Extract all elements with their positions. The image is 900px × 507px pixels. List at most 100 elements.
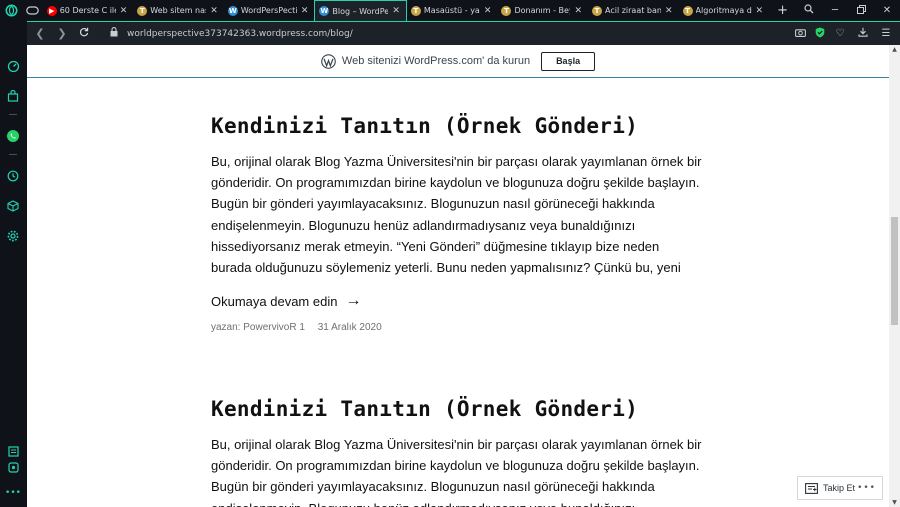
browser-tab[interactable]: W WordPersPecti ✕ — [224, 0, 315, 21]
download-icon[interactable] — [850, 27, 876, 40]
notes-icon[interactable] — [5, 443, 21, 459]
excerpt-line: gönderidir. On programımızdan birine kay… — [211, 175, 700, 191]
box-icon[interactable] — [5, 198, 21, 214]
scroll-down-arrow-icon[interactable]: ▼ — [891, 499, 898, 506]
more-dots-icon[interactable]: ••• — [857, 483, 876, 493]
excerpt-line: Bu, orijinal olarak Blog Yazma Üniversit… — [211, 437, 702, 452]
post-meta: yazan: PowervivoR 1 31 Aralık 2020 — [211, 322, 731, 333]
snapshot-camera-icon[interactable] — [790, 28, 810, 40]
browser-tab[interactable]: T Algoritmaya d ✕ — [679, 0, 770, 21]
url-field[interactable]: worldperspective373742363.wordpress.com/… — [127, 29, 353, 39]
read-more-label: Okumaya devam edin — [211, 293, 338, 309]
youtube-icon: ▶ — [46, 5, 57, 16]
tab-title: Masaüstü - yar — [423, 6, 480, 15]
search-icon[interactable] — [796, 4, 822, 17]
post-title[interactable]: Kendinizi Tanıtın (Örnek Gönderi) — [211, 397, 731, 421]
excerpt-line: Bugün bir gönderi yayımlayacaksınız. Blo… — [211, 479, 655, 495]
sidebar-separator — [9, 114, 17, 115]
turkish-site-icon: T — [137, 5, 148, 16]
tab-title: Algoritmaya d — [695, 6, 752, 15]
tab-title: Acil ziraat ban — [605, 6, 661, 15]
turkish-site-icon: T — [592, 5, 602, 16]
wordpress-icon: W — [319, 6, 330, 16]
tab-close-icon[interactable]: ✕ — [120, 6, 128, 16]
tab-close-icon[interactable]: ✕ — [756, 6, 764, 16]
post-title[interactable]: Kendinizi Tanıtın (Örnek Gönderi) — [211, 114, 731, 138]
gamepad-icon[interactable] — [22, 0, 43, 21]
tab-close-icon[interactable]: ✕ — [484, 6, 492, 16]
excerpt-line: hissediyorsanız merak etmeyin. “Yeni Gön… — [211, 238, 660, 254]
tab-close-icon[interactable]: ✕ — [392, 6, 400, 16]
browser-tab[interactable]: T Masaüstü - yar ✕ — [407, 0, 498, 21]
whatsapp-icon[interactable] — [5, 128, 21, 144]
scrollbar-thumb[interactable] — [891, 217, 898, 325]
excerpt-line: gönderidir. On programımızdan birine kay… — [211, 458, 700, 474]
settings-gear-icon[interactable] — [5, 228, 21, 244]
sidebar-separator — [9, 154, 17, 155]
post-date-link[interactable]: 31 Aralık 2020 — [318, 322, 382, 333]
turkish-site-icon: T — [501, 5, 512, 16]
browser-sidebar: ••• — [0, 21, 27, 507]
tab-close-icon[interactable]: ✕ — [301, 6, 309, 16]
address-bar-icons: ♡ ☰ — [790, 27, 900, 41]
lock-icon[interactable] — [105, 27, 123, 40]
excerpt-line: endişelenmeyin. Blogunuzu henüz adlandır… — [211, 498, 731, 507]
speed-dial-icon[interactable] — [5, 58, 21, 74]
reload-button[interactable] — [73, 27, 95, 40]
web-page: Web sitenizi WordPress.com' da kurun Baş… — [27, 45, 889, 507]
tab-title: 60 Derste C ile — [59, 6, 116, 15]
excerpt-line: burada olduğunuzu söylemeniz yeterli. Bu… — [211, 260, 681, 276]
blog-post: Kendinizi Tanıtın (Örnek Gönderi) Bu, or… — [211, 397, 731, 507]
easy-setup-menu-icon[interactable]: ☰ — [876, 28, 896, 39]
tab-close-icon[interactable]: ✕ — [574, 6, 582, 16]
bookmark-heart-icon[interactable]: ♡ — [830, 28, 850, 39]
more-options-icon[interactable]: ••• — [5, 485, 21, 501]
browser-tab[interactable]: ▶ 60 Derste C ile ✕ — [43, 0, 134, 21]
wordpress-logo-icon — [321, 53, 336, 69]
reload-icon — [79, 27, 89, 37]
page-scrollbar[interactable]: ▲ ▼ — [889, 45, 900, 507]
opera-logo-icon — [5, 4, 18, 17]
post-author-link[interactable]: yazan: PowervivoR 1 — [211, 322, 305, 333]
follow-widget[interactable]: Takip Et ••• — [797, 476, 883, 500]
arrow-right-icon: → — [345, 292, 362, 310]
post-excerpt: Bu, orijinal olarak Blog Yazma Üniversit… — [211, 151, 731, 278]
read-more-link[interactable]: Okumaya devam edin → — [211, 292, 731, 310]
excerpt-line: endişelenmeyin. Blogunuzu henüz adlandır… — [211, 217, 636, 233]
wordpress-icon: W — [227, 5, 238, 16]
back-button[interactable]: ❮ — [29, 27, 51, 40]
start-button[interactable]: Başla — [541, 51, 596, 71]
adblock-shield-icon[interactable] — [810, 27, 830, 41]
opera-gx-logo[interactable] — [0, 0, 22, 21]
tab-title: Web sitem nası — [150, 6, 207, 15]
tab-title: Blog – WordPe — [332, 6, 389, 16]
address-bar: ❮ ❯ worldperspective373742363.wordpress.… — [27, 21, 900, 45]
new-tab-button[interactable]: + — [769, 0, 796, 21]
excerpt-line: Bu, orijinal olarak Blog Yazma Üniversit… — [211, 154, 702, 169]
excerpt-line: Bugün bir gönderi yayımlayacaksınız. Blo… — [211, 196, 655, 212]
minimize-icon[interactable]: ─ — [822, 5, 848, 16]
player-icon[interactable] — [5, 459, 21, 475]
forward-button[interactable]: ❯ — [51, 27, 73, 40]
restore-icon[interactable] — [848, 4, 874, 17]
turkish-site-icon: T — [410, 5, 421, 16]
close-icon[interactable]: ✕ — [874, 5, 900, 16]
browser-tab[interactable]: W Blog – WordPe ✕ — [314, 0, 407, 21]
browser-tab[interactable]: T Acil ziraat ban ✕ — [588, 0, 679, 21]
scroll-up-arrow-icon[interactable]: ▲ — [891, 46, 898, 53]
tab-strip: ▶ 60 Derste C ile ✕ T Web sitem nası ✕ W WordPe… — [0, 0, 900, 21]
shopping-bag-icon[interactable] — [5, 88, 21, 104]
blog-post: Kendinizi Tanıtın (Örnek Gönderi) Bu, or… — [211, 114, 731, 333]
history-clock-icon[interactable] — [5, 168, 21, 184]
tab-title: Donanım - Bey — [514, 6, 571, 15]
tab-close-icon[interactable]: ✕ — [210, 6, 218, 16]
tab-close-icon[interactable]: ✕ — [665, 6, 673, 16]
follow-label: Takip Et — [823, 483, 856, 493]
browser-tab[interactable]: T Donanım - Bey ✕ — [497, 0, 588, 21]
wordpress-promo-banner: Web sitenizi WordPress.com' da kurun Baş… — [27, 45, 889, 78]
post-excerpt: Bu, orijinal olarak Blog Yazma Üniversit… — [211, 434, 731, 507]
reader-follow-icon — [805, 482, 818, 494]
turkish-site-icon: T — [682, 5, 693, 16]
banner-text[interactable]: Web sitenizi WordPress.com' da kurun — [342, 55, 530, 67]
browser-tab[interactable]: T Web sitem nası ✕ — [133, 0, 224, 21]
